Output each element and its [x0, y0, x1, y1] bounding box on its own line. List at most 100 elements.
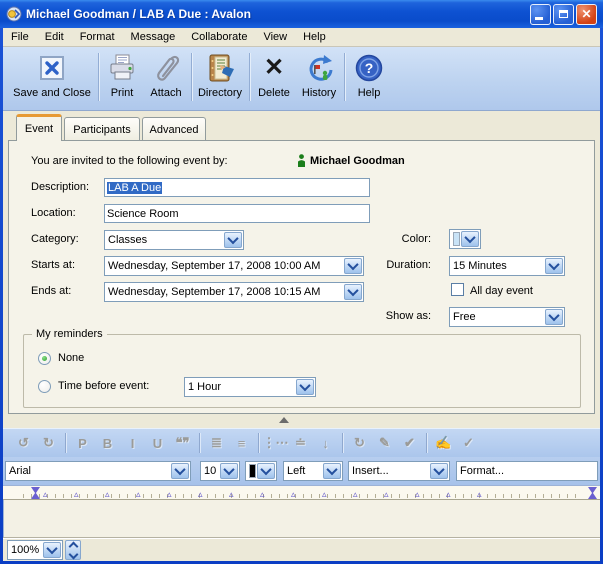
menu-format[interactable]: Format — [72, 29, 123, 45]
all-day-checkbox[interactable] — [451, 283, 464, 296]
attach-button[interactable]: Attach — [143, 51, 189, 107]
dropdown-arrow-icon[interactable] — [461, 231, 479, 247]
font-color-select[interactable] — [245, 461, 277, 481]
dropdown-arrow-icon[interactable] — [43, 542, 61, 558]
move-down-icon[interactable]: ↓ — [313, 433, 338, 454]
menu-file[interactable]: File — [3, 29, 37, 45]
collapse-arrow-icon[interactable] — [279, 417, 289, 423]
menu-collaborate[interactable]: Collaborate — [183, 29, 255, 45]
reminder-time-select[interactable]: 1 Hour — [184, 377, 316, 397]
window-title: Michael Goodman / LAB A Due : Avalon — [26, 7, 530, 21]
edit-pencil-icon[interactable]: ✎ — [372, 433, 397, 454]
pane-splitter[interactable] — [3, 414, 600, 428]
maximize-button[interactable] — [553, 4, 574, 25]
toolbar-label: Attach — [150, 87, 181, 99]
ruler-tabstop-icon[interactable]: ▵ — [74, 490, 79, 499]
paragraph-marks-icon[interactable]: ⋮⋯ — [263, 433, 288, 454]
ruler-tabstop-icon[interactable]: ▵ — [198, 490, 203, 499]
dropdown-arrow-icon[interactable] — [171, 463, 189, 479]
toolbar-label: Save and Close — [13, 87, 91, 99]
reminder-time-radio[interactable] — [38, 380, 51, 393]
dropdown-arrow-icon[interactable] — [545, 309, 563, 325]
redo-icon[interactable]: ↻ — [36, 433, 61, 454]
color-select[interactable] — [449, 229, 481, 249]
dropdown-arrow-icon[interactable] — [344, 284, 362, 300]
delete-button[interactable]: ✕ Delete — [252, 51, 296, 107]
history-button[interactable]: History — [297, 51, 341, 107]
bold-icon[interactable]: B — [95, 433, 120, 454]
dropdown-arrow-icon[interactable] — [220, 463, 238, 479]
show-as-label: Show as: — [343, 310, 431, 322]
dropdown-arrow-icon[interactable] — [545, 258, 563, 274]
message-body[interactable] — [3, 500, 600, 538]
dropdown-arrow-icon[interactable] — [224, 232, 242, 248]
zoom-select[interactable]: 100% — [7, 540, 63, 560]
dropdown-arrow-icon[interactable] — [296, 379, 314, 395]
menu-message[interactable]: Message — [123, 29, 184, 45]
ruler-tabstops[interactable]: ▵ ▵ ▵ ▵ ▵ ▵ ▵ ▵ ▵ ▵ ▵ ▵ ▵ ▵ ▵ — [3, 486, 600, 499]
history-icon — [304, 51, 334, 85]
spell-check-icon[interactable]: ✓ — [456, 433, 481, 454]
approve-edit-icon[interactable]: ✔ — [397, 433, 422, 454]
font-size-select[interactable]: 10 — [200, 461, 240, 481]
ruler-tabstop-icon[interactable]: ▵ — [291, 490, 296, 499]
main-toolbar: Save and Close Print Attach — [3, 47, 600, 111]
quote-style-icon[interactable]: ❝❞ — [170, 433, 195, 454]
insert-value: Insert... — [349, 465, 429, 477]
tab-participants[interactable]: Participants — [64, 117, 140, 141]
ruler-tabstop-icon[interactable]: ▵ — [322, 490, 327, 499]
print-button[interactable]: Print — [101, 51, 143, 107]
dropdown-arrow-icon[interactable] — [257, 463, 275, 479]
tab-event[interactable]: Event — [16, 114, 62, 141]
undo-icon[interactable]: ↺ — [11, 433, 36, 454]
signature-icon[interactable]: ✍ — [431, 433, 456, 454]
help-button[interactable]: ? Help — [347, 51, 391, 107]
font-family-select[interactable]: Arial — [5, 461, 191, 481]
revise-icon[interactable]: ↻ — [347, 433, 372, 454]
ruler-tabstop-icon[interactable]: ▵ — [353, 490, 358, 499]
underline-icon[interactable]: U — [145, 433, 170, 454]
reminder-none-radio[interactable] — [38, 352, 51, 365]
ends-at-select[interactable]: Wednesday, September 17, 2008 10:15 AM — [104, 282, 364, 302]
duration-select[interactable]: 15 Minutes — [449, 256, 565, 276]
location-input[interactable]: Science Room — [104, 204, 370, 223]
plain-style-icon[interactable]: P — [70, 433, 95, 454]
ruler-tabstop-icon[interactable]: ▵ — [167, 490, 172, 499]
zoom-spinner[interactable] — [65, 540, 81, 560]
dropdown-arrow-icon[interactable] — [430, 463, 448, 479]
toolbar-label: Help — [358, 87, 381, 99]
menu-help[interactable]: Help — [295, 29, 334, 45]
format-select[interactable]: Format... — [456, 461, 598, 481]
italic-icon[interactable]: I — [120, 433, 145, 454]
ruler-tabstop-icon[interactable]: ▵ — [105, 490, 110, 499]
outdent-quote-icon[interactable]: ≡ — [229, 433, 254, 454]
description-input[interactable]: LAB A Due — [104, 178, 370, 197]
ruler[interactable]: ▵ ▵ ▵ ▵ ▵ ▵ ▵ ▵ ▵ ▵ ▵ ▵ ▵ ▵ ▵ — [3, 485, 600, 500]
ruler-tabstop-icon[interactable]: ▵ — [260, 490, 265, 499]
ruler-tabstop-icon[interactable]: ▵ — [415, 490, 420, 499]
directory-button[interactable]: Directory — [194, 51, 246, 107]
minimize-button[interactable] — [530, 4, 551, 25]
save-and-close-button[interactable]: Save and Close — [9, 51, 95, 107]
ruler-tabstop-icon[interactable]: ▵ — [477, 490, 482, 499]
insert-select[interactable]: Insert... — [348, 461, 450, 481]
ruler-tabstop-icon[interactable]: ▵ — [136, 490, 141, 499]
indent-quote-icon[interactable]: ≣ — [204, 433, 229, 454]
menu-view[interactable]: View — [255, 29, 295, 45]
ruler-tabstop-icon[interactable]: ▵ — [229, 490, 234, 499]
spin-down-icon[interactable] — [68, 549, 78, 559]
ruler-tabstop-icon[interactable]: ▵ — [43, 490, 48, 499]
ruler-tabstop-icon[interactable]: ▵ — [446, 490, 451, 499]
category-select[interactable]: Classes — [104, 230, 244, 250]
dropdown-arrow-icon[interactable] — [323, 463, 341, 479]
menu-edit[interactable]: Edit — [37, 29, 72, 45]
titlebar[interactable]: Michael Goodman / LAB A Due : Avalon ✕ — [0, 0, 603, 28]
starts-at-select[interactable]: Wednesday, September 17, 2008 10:00 AM — [104, 256, 364, 276]
ruler-tabstop-icon[interactable]: ▵ — [384, 490, 389, 499]
tab-advanced[interactable]: Advanced — [142, 117, 206, 141]
toolbar-separator — [249, 53, 250, 101]
show-as-select[interactable]: Free — [449, 307, 565, 327]
line-spacing-icon[interactable]: ≐ — [288, 433, 313, 454]
align-select[interactable]: Left — [283, 461, 343, 481]
close-button[interactable]: ✕ — [576, 4, 597, 25]
